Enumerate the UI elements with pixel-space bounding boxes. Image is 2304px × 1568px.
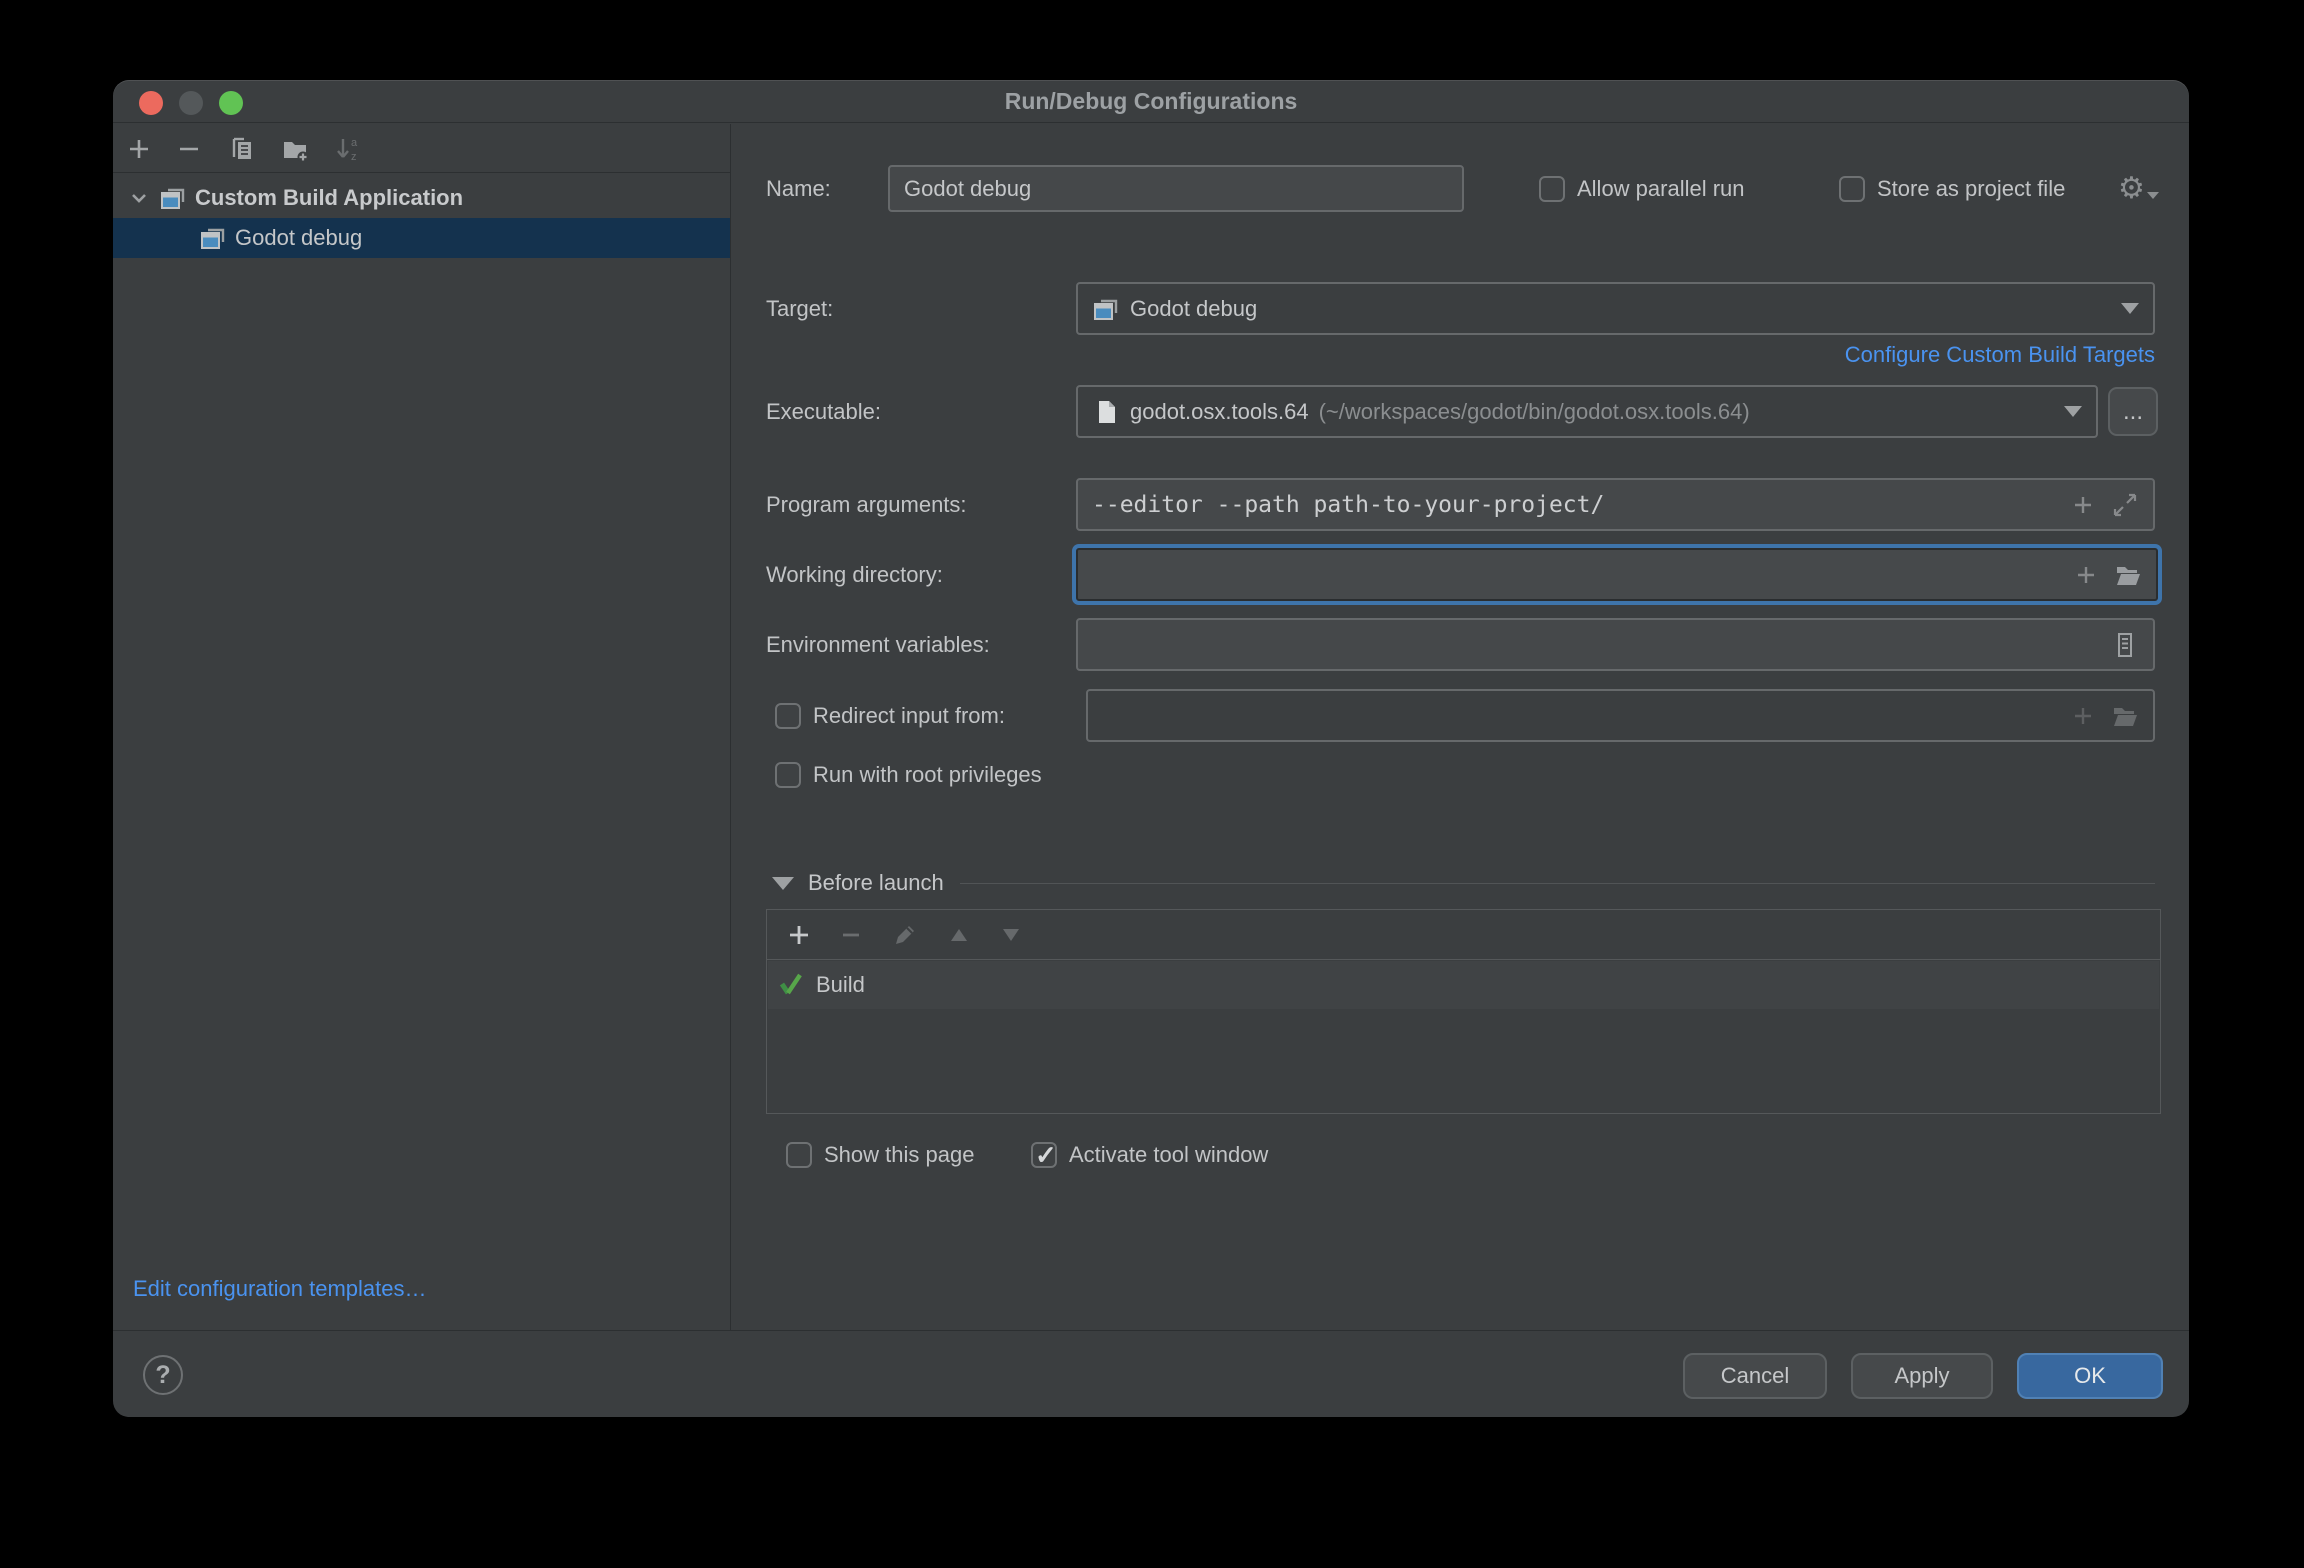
before-launch-label: Before launch (808, 870, 944, 896)
help-icon: ? (155, 1361, 170, 1390)
program-arguments-value: --editor --path path-to-your-project/ (1092, 492, 1604, 518)
apply-button[interactable]: Apply (1851, 1353, 1993, 1399)
move-down-icon[interactable] (997, 921, 1025, 949)
application-icon (159, 184, 187, 212)
redirect-input-field[interactable] (1086, 689, 2155, 742)
application-icon (1092, 295, 1120, 323)
checkbox-box[interactable] (1839, 176, 1865, 202)
target-label: Target: (766, 282, 833, 335)
dropdown-arrow-icon[interactable] (2121, 303, 2139, 314)
build-hammer-icon (778, 971, 806, 999)
add-icon[interactable] (2069, 491, 2097, 519)
sort-icon[interactable]: a z (334, 135, 362, 163)
section-divider (960, 883, 2155, 884)
chevron-down-icon[interactable] (125, 184, 153, 212)
name-label: Name: (766, 165, 831, 212)
edit-pencil-icon[interactable] (891, 921, 919, 949)
tree-item-godot-debug-selected[interactable]: Godot debug (113, 218, 730, 258)
svg-text:z: z (351, 151, 357, 163)
environment-variables-label: Environment variables: (766, 618, 990, 671)
open-folder-icon[interactable] (2111, 702, 2139, 730)
help-button[interactable]: ? (143, 1355, 183, 1395)
checkbox-box[interactable] (775, 703, 801, 729)
activate-tool-window-checkbox[interactable]: Activate tool window (1031, 1141, 1268, 1169)
browse-executable-button[interactable]: ... (2108, 387, 2158, 436)
svg-text:a: a (351, 137, 358, 149)
before-launch-task-label: Build (816, 972, 865, 998)
checkbox-box[interactable] (1539, 176, 1565, 202)
configure-custom-build-targets-link[interactable]: Configure Custom Build Targets (1845, 342, 2155, 368)
before-launch-task-build[interactable]: Build (768, 961, 2159, 1009)
cancel-button-label: Cancel (1721, 1363, 1789, 1389)
ok-button-label: OK (2074, 1363, 2106, 1389)
add-icon[interactable] (2072, 561, 2100, 589)
target-combobox[interactable]: Godot debug (1076, 282, 2155, 335)
root-privileges-checkbox[interactable]: Run with root privileges (775, 759, 1042, 791)
program-arguments-input[interactable]: --editor --path path-to-your-project/ (1076, 478, 2155, 531)
copy-icon[interactable] (228, 135, 256, 163)
env-variables-list-icon[interactable] (2111, 631, 2139, 659)
show-this-page-label: Show this page (824, 1142, 974, 1168)
checkbox-box[interactable] (1031, 1142, 1057, 1168)
show-this-page-checkbox[interactable]: Show this page (786, 1141, 974, 1169)
tree-child-label: Godot debug (235, 225, 362, 251)
edit-configuration-templates-link[interactable]: Edit configuration templates… (133, 1276, 427, 1302)
ok-button[interactable]: OK (2017, 1353, 2163, 1399)
executable-label: Executable: (766, 385, 881, 438)
working-directory-label: Working directory: (766, 548, 943, 601)
add-icon[interactable] (785, 921, 813, 949)
apply-button-label: Apply (1894, 1363, 1949, 1389)
configuration-form: Name: Godot debug Allow parallel run Sto… (732, 124, 2189, 1330)
add-icon[interactable] (2069, 702, 2097, 730)
title-bar: Run/Debug Configurations (113, 80, 2189, 123)
browse-button-label: ... (2123, 398, 2143, 426)
remove-icon[interactable] (837, 921, 865, 949)
executable-combobox[interactable]: godot.osx.tools.64 (~/workspaces/godot/b… (1076, 385, 2098, 438)
collapse-triangle-icon[interactable] (772, 877, 794, 890)
redirect-input-checkbox[interactable]: Redirect input from: (775, 689, 1005, 742)
store-as-project-file-label: Store as project file (1877, 176, 2065, 202)
new-folder-icon[interactable] (281, 135, 309, 163)
checkbox-box[interactable] (775, 762, 801, 788)
open-folder-icon[interactable] (2114, 561, 2142, 589)
activate-tool-window-label: Activate tool window (1069, 1142, 1268, 1168)
executable-path: (~/workspaces/godot/bin/godot.osx.tools.… (1319, 399, 1750, 425)
allow-parallel-run-checkbox[interactable]: Allow parallel run (1539, 165, 1745, 212)
redirect-input-label: Redirect input from: (813, 703, 1005, 729)
tree-item-custom-build-application[interactable]: Custom Build Application (113, 178, 730, 218)
program-arguments-label: Program arguments: (766, 478, 967, 531)
name-input[interactable]: Godot debug (888, 165, 1464, 212)
store-options-gear-icon[interactable]: ⚙ (2118, 165, 2159, 212)
target-value: Godot debug (1130, 296, 1257, 322)
run-debug-configurations-dialog: Run/Debug Configurations (113, 80, 2189, 1417)
working-directory-input[interactable] (1076, 548, 2158, 601)
dialog-title: Run/Debug Configurations (113, 80, 2189, 123)
environment-variables-input[interactable] (1076, 618, 2155, 671)
chevron-down-icon (2147, 192, 2159, 199)
executable-value: godot.osx.tools.64 (1130, 399, 1309, 425)
move-up-icon[interactable] (945, 921, 973, 949)
add-icon[interactable] (125, 135, 153, 163)
remove-icon[interactable] (175, 135, 203, 163)
cancel-button[interactable]: Cancel (1683, 1353, 1827, 1399)
configurations-sidebar: a z Custom Build Application (113, 124, 731, 1330)
store-as-project-file-checkbox[interactable]: Store as project file (1839, 165, 2065, 212)
before-launch-panel: Build (766, 909, 2161, 1114)
before-launch-toolbar (767, 910, 2160, 960)
sidebar-toolbar: a z (113, 124, 730, 173)
dialog-footer: ? Cancel Apply OK (113, 1330, 2189, 1417)
root-privileges-label: Run with root privileges (813, 762, 1042, 788)
file-icon (1092, 398, 1120, 426)
name-value: Godot debug (904, 176, 1031, 202)
dropdown-arrow-icon[interactable] (2064, 406, 2082, 417)
allow-parallel-run-label: Allow parallel run (1577, 176, 1745, 202)
application-icon (199, 224, 227, 252)
tree-group-label: Custom Build Application (195, 185, 463, 211)
expand-icon[interactable] (2111, 491, 2139, 519)
checkbox-box[interactable] (786, 1142, 812, 1168)
